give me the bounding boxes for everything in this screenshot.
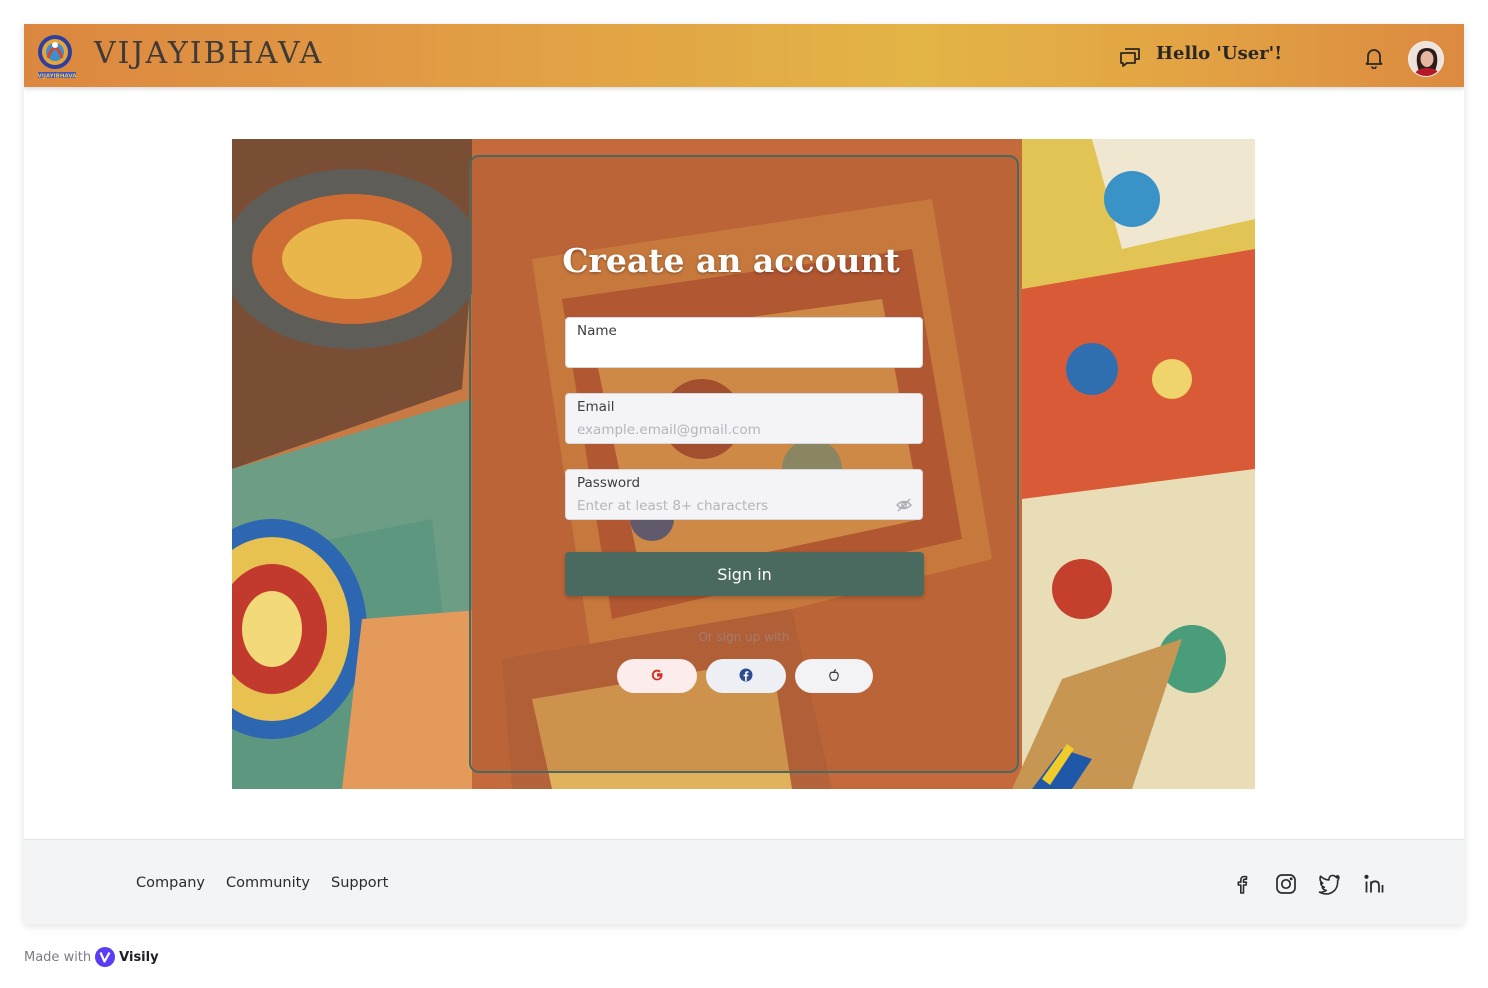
signup-title: Create an account	[562, 241, 900, 280]
google-icon	[650, 668, 664, 685]
name-label: Name	[577, 323, 617, 339]
chat-icon[interactable]	[1118, 46, 1142, 68]
avatar[interactable]	[1408, 41, 1444, 77]
apple-signin-button[interactable]	[795, 659, 873, 693]
page-footer: Company Community Support	[24, 839, 1464, 924]
email-field: Email	[565, 393, 923, 444]
password-label: Password	[577, 475, 641, 491]
linkedin-icon[interactable]	[1362, 872, 1386, 896]
visily-logo-icon	[95, 947, 116, 967]
email-label: Email	[577, 399, 615, 415]
footer-link-company[interactable]: Company	[136, 875, 205, 891]
instagram-icon[interactable]	[1274, 872, 1298, 896]
name-input[interactable]	[577, 345, 887, 363]
app-frame: VIJAYIBHAVA VIJAYIBHAVA Hello 'User'! Cr…	[24, 24, 1464, 924]
facebook-icon[interactable]	[1230, 872, 1254, 896]
name-field: Name	[565, 317, 923, 368]
facebook-signin-button[interactable]	[706, 659, 786, 693]
top-header: VIJAYIBHAVA VIJAYIBHAVA Hello 'User'!	[24, 24, 1464, 87]
facebook-icon	[739, 668, 753, 685]
footer-link-community[interactable]: Community	[226, 875, 310, 891]
visily-name: Visily	[119, 949, 159, 965]
or-sign-up-with-text: Or sign up with	[698, 630, 790, 644]
password-input[interactable]	[577, 497, 887, 515]
brand-logo[interactable]: VIJAYIBHAVA	[36, 32, 78, 80]
signup-card: Create an account Name Email Password	[469, 155, 1019, 773]
logo-text: VIJAYIBHAVA	[38, 74, 78, 80]
bell-icon[interactable]	[1364, 47, 1384, 70]
google-signin-button[interactable]	[617, 659, 697, 693]
email-input[interactable]	[577, 421, 887, 439]
sign-in-button[interactable]: Sign in	[565, 552, 924, 596]
footer-link-support[interactable]: Support	[331, 875, 388, 891]
eye-off-icon[interactable]	[896, 498, 912, 512]
made-with-text: Made with	[24, 949, 92, 965]
twitter-icon[interactable]	[1317, 872, 1341, 896]
hero-banner: Create an account Name Email Password	[232, 139, 1255, 789]
password-field: Password	[565, 469, 923, 520]
brand-name: VIJAYIBHAVA	[94, 36, 324, 71]
user-greeting: Hello 'User'!	[1156, 43, 1283, 64]
apple-icon	[827, 668, 841, 685]
made-with-badge[interactable]: Made with Visily	[24, 947, 159, 967]
